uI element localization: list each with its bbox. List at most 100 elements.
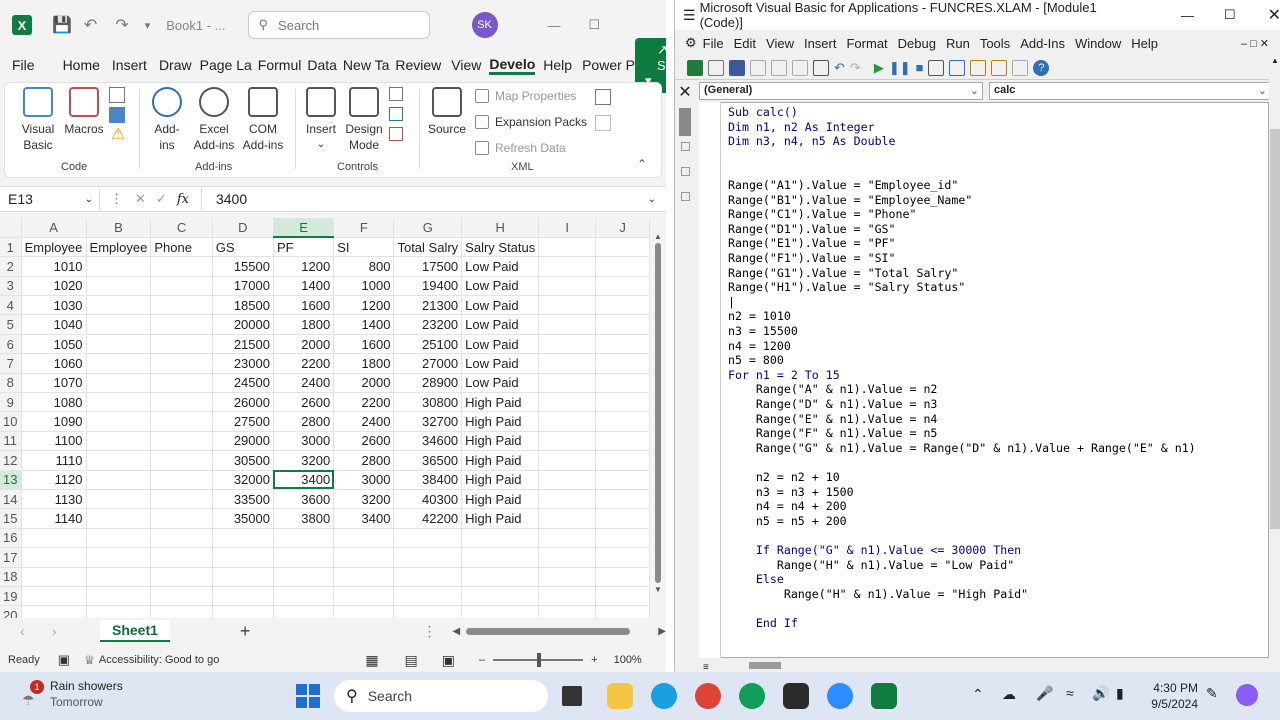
- code-line[interactable]: n4 = 1200: [728, 339, 791, 354]
- cell-g17[interactable]: [393, 547, 463, 568]
- cell-h9[interactable]: High Paid: [461, 392, 540, 413]
- expand-formula-icon[interactable]: ⌄: [648, 194, 656, 205]
- cell-b9[interactable]: [86, 392, 152, 413]
- hscroll-right-icon[interactable]: ▶: [658, 626, 666, 637]
- cell-g7[interactable]: 27000: [393, 353, 463, 374]
- code-line[interactable]: Sub calc(): [728, 105, 798, 120]
- cell-a18[interactable]: [21, 567, 87, 587]
- cell-a2[interactable]: 1010: [21, 256, 87, 277]
- cell-c6[interactable]: [150, 334, 213, 355]
- cell-j1[interactable]: [595, 237, 650, 258]
- cell-g11[interactable]: 34600: [393, 431, 463, 452]
- cell-i19[interactable]: [538, 586, 597, 607]
- cell-d13[interactable]: 32000: [212, 470, 274, 490]
- break-icon[interactable]: ❚❚: [889, 60, 911, 76]
- cell-b20[interactable]: [86, 605, 152, 618]
- cell-j12[interactable]: [595, 450, 650, 471]
- cell-a13[interactable]: 1120: [21, 470, 87, 490]
- reset-icon[interactable]: ■: [916, 60, 924, 75]
- microphone-icon[interactable]: 🎤: [1036, 685, 1053, 702]
- run-icon[interactable]: ▶: [874, 60, 884, 76]
- cell-i17[interactable]: [538, 547, 597, 568]
- cell-i11[interactable]: [538, 431, 597, 452]
- cell-d14[interactable]: 33500: [212, 489, 274, 510]
- cell-i5[interactable]: [538, 314, 597, 335]
- code-line[interactable]: n2 = n2 + 10: [728, 470, 840, 485]
- chrome-icon[interactable]: [695, 683, 721, 709]
- child-window-controls-icon[interactable]: – □ ✕: [1241, 37, 1269, 50]
- cell-c7[interactable]: [150, 353, 213, 374]
- cell-b13[interactable]: [86, 470, 152, 490]
- menu-add-ins[interactable]: Add-Ins: [1020, 36, 1065, 51]
- cell-d8[interactable]: 24500: [212, 373, 274, 394]
- tab-draw[interactable]: Draw: [159, 57, 192, 73]
- cell-f14[interactable]: 3200: [333, 489, 395, 510]
- row-header[interactable]: 20: [0, 605, 22, 618]
- menu-format[interactable]: Format: [846, 36, 887, 51]
- cell-j15[interactable]: [595, 508, 650, 529]
- tab-power-pivot[interactable]: Power P: [582, 57, 635, 73]
- cell-h20[interactable]: [461, 605, 540, 618]
- name-box[interactable]: E13 ⌄: [0, 188, 100, 210]
- cell-j17[interactable]: [595, 547, 650, 568]
- code-line[interactable]: Range("H1").Value = "Salry Status": [728, 280, 965, 295]
- copy-icon[interactable]: [771, 59, 787, 76]
- code-line[interactable]: Range("A" & n1).Value = n2: [728, 382, 938, 397]
- cell-g10[interactable]: 32700: [393, 411, 463, 432]
- cells-table[interactable]: ABCDEFGHIJ 1 Employee Employee Phone GS PF SI T…: [0, 218, 650, 618]
- redo-icon[interactable]: ↷: [850, 60, 861, 76]
- cell-j4[interactable]: [595, 295, 650, 316]
- cell-b10[interactable]: [86, 411, 152, 432]
- cell-a4[interactable]: 1030: [21, 295, 87, 316]
- cell-d16[interactable]: [212, 528, 274, 549]
- cell-d19[interactable]: [212, 586, 274, 607]
- cell-j18[interactable]: [595, 567, 650, 587]
- cell-g13[interactable]: 38400: [393, 470, 463, 490]
- cell-i16[interactable]: [538, 528, 597, 549]
- clock[interactable]: 4:30 PM 9/5/2024: [1148, 680, 1198, 712]
- cell-j3[interactable]: [595, 276, 650, 297]
- row-header[interactable]: 12: [0, 450, 22, 471]
- source-button[interactable]: Source: [427, 87, 467, 137]
- cell-j5[interactable]: [595, 314, 650, 335]
- undo-icon[interactable]: ↶: [834, 60, 845, 76]
- cell-a20[interactable]: [21, 605, 87, 618]
- cell-b17[interactable]: [86, 547, 152, 568]
- cell-g15[interactable]: 42200: [393, 508, 463, 529]
- tree-collapse-icon[interactable]: [680, 142, 690, 151]
- row-header[interactable]: 7: [0, 353, 22, 374]
- collapse-ribbon-icon[interactable]: ⌃: [637, 157, 647, 171]
- tab-file[interactable]: File: [12, 57, 35, 73]
- cell-h2[interactable]: Low Paid: [461, 256, 540, 277]
- cell-h7[interactable]: Low Paid: [461, 353, 540, 374]
- cell-b7[interactable]: [86, 353, 152, 374]
- cell-j9[interactable]: [595, 392, 650, 413]
- menu-help[interactable]: Help: [1131, 36, 1158, 51]
- cell-g1[interactable]: Total Salry: [393, 237, 463, 258]
- view-toggle-icon[interactable]: ≡: [703, 662, 709, 672]
- map-properties-button[interactable]: Map Properties: [475, 89, 576, 103]
- cell-d1[interactable]: GS: [212, 237, 274, 258]
- zoom-in-icon[interactable]: +: [591, 654, 597, 666]
- cell-b3[interactable]: [86, 276, 152, 297]
- expansion-packs-button[interactable]: Expansion Packs: [475, 115, 587, 129]
- code-line[interactable]: Range("A1").Value = "Employee_id": [728, 178, 958, 193]
- cell-g4[interactable]: 21300: [393, 295, 463, 316]
- menu-file[interactable]: File: [703, 36, 724, 51]
- cell-j14[interactable]: [595, 489, 650, 510]
- code-line[interactable]: Range("C1").Value = "Phone": [728, 207, 916, 222]
- cell-c11[interactable]: [150, 431, 213, 452]
- cell-a10[interactable]: 1090: [21, 411, 87, 432]
- hscroll-left-icon[interactable]: ◀: [452, 626, 460, 637]
- row-header[interactable]: 1: [0, 237, 22, 258]
- row-header[interactable]: 16: [0, 528, 22, 549]
- cell-e5[interactable]: 1800: [273, 314, 335, 335]
- row-header[interactable]: 18: [0, 567, 22, 587]
- code-line[interactable]: |: [728, 295, 735, 310]
- cell-d17[interactable]: [212, 547, 274, 568]
- page-layout-view-icon[interactable]: ▤: [405, 652, 418, 669]
- cell-i7[interactable]: [538, 353, 597, 374]
- cell-e11[interactable]: 3000: [273, 431, 335, 452]
- cell-e10[interactable]: 2800: [273, 411, 335, 432]
- cell-e12[interactable]: 3200: [273, 450, 335, 471]
